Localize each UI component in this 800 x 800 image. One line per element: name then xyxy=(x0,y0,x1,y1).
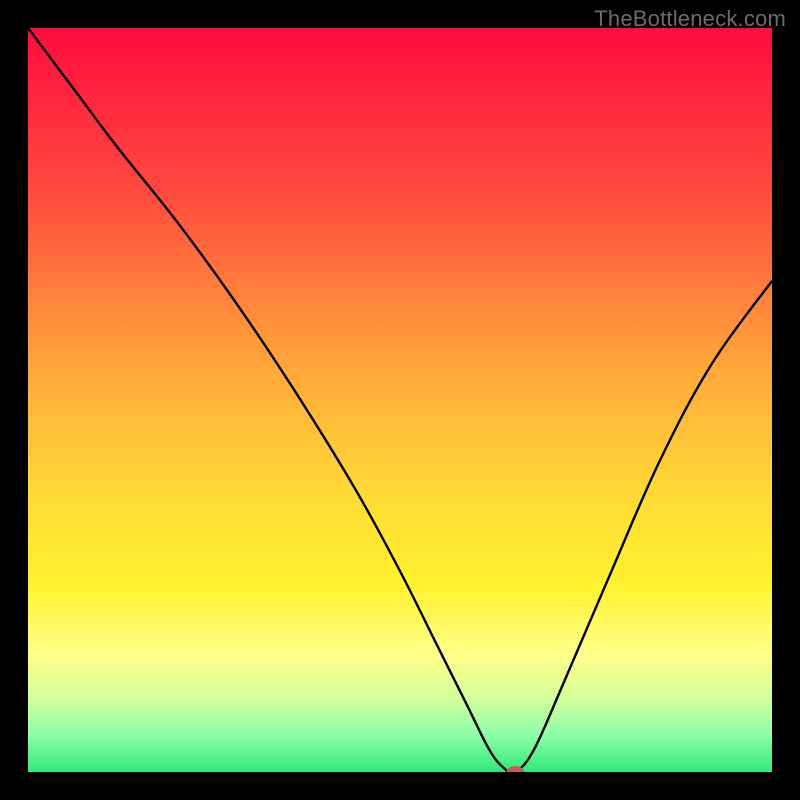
chart-plot-area xyxy=(28,28,772,772)
chart-background xyxy=(28,28,772,772)
watermark-text: TheBottleneck.com xyxy=(594,6,786,32)
chart-svg xyxy=(28,28,772,772)
